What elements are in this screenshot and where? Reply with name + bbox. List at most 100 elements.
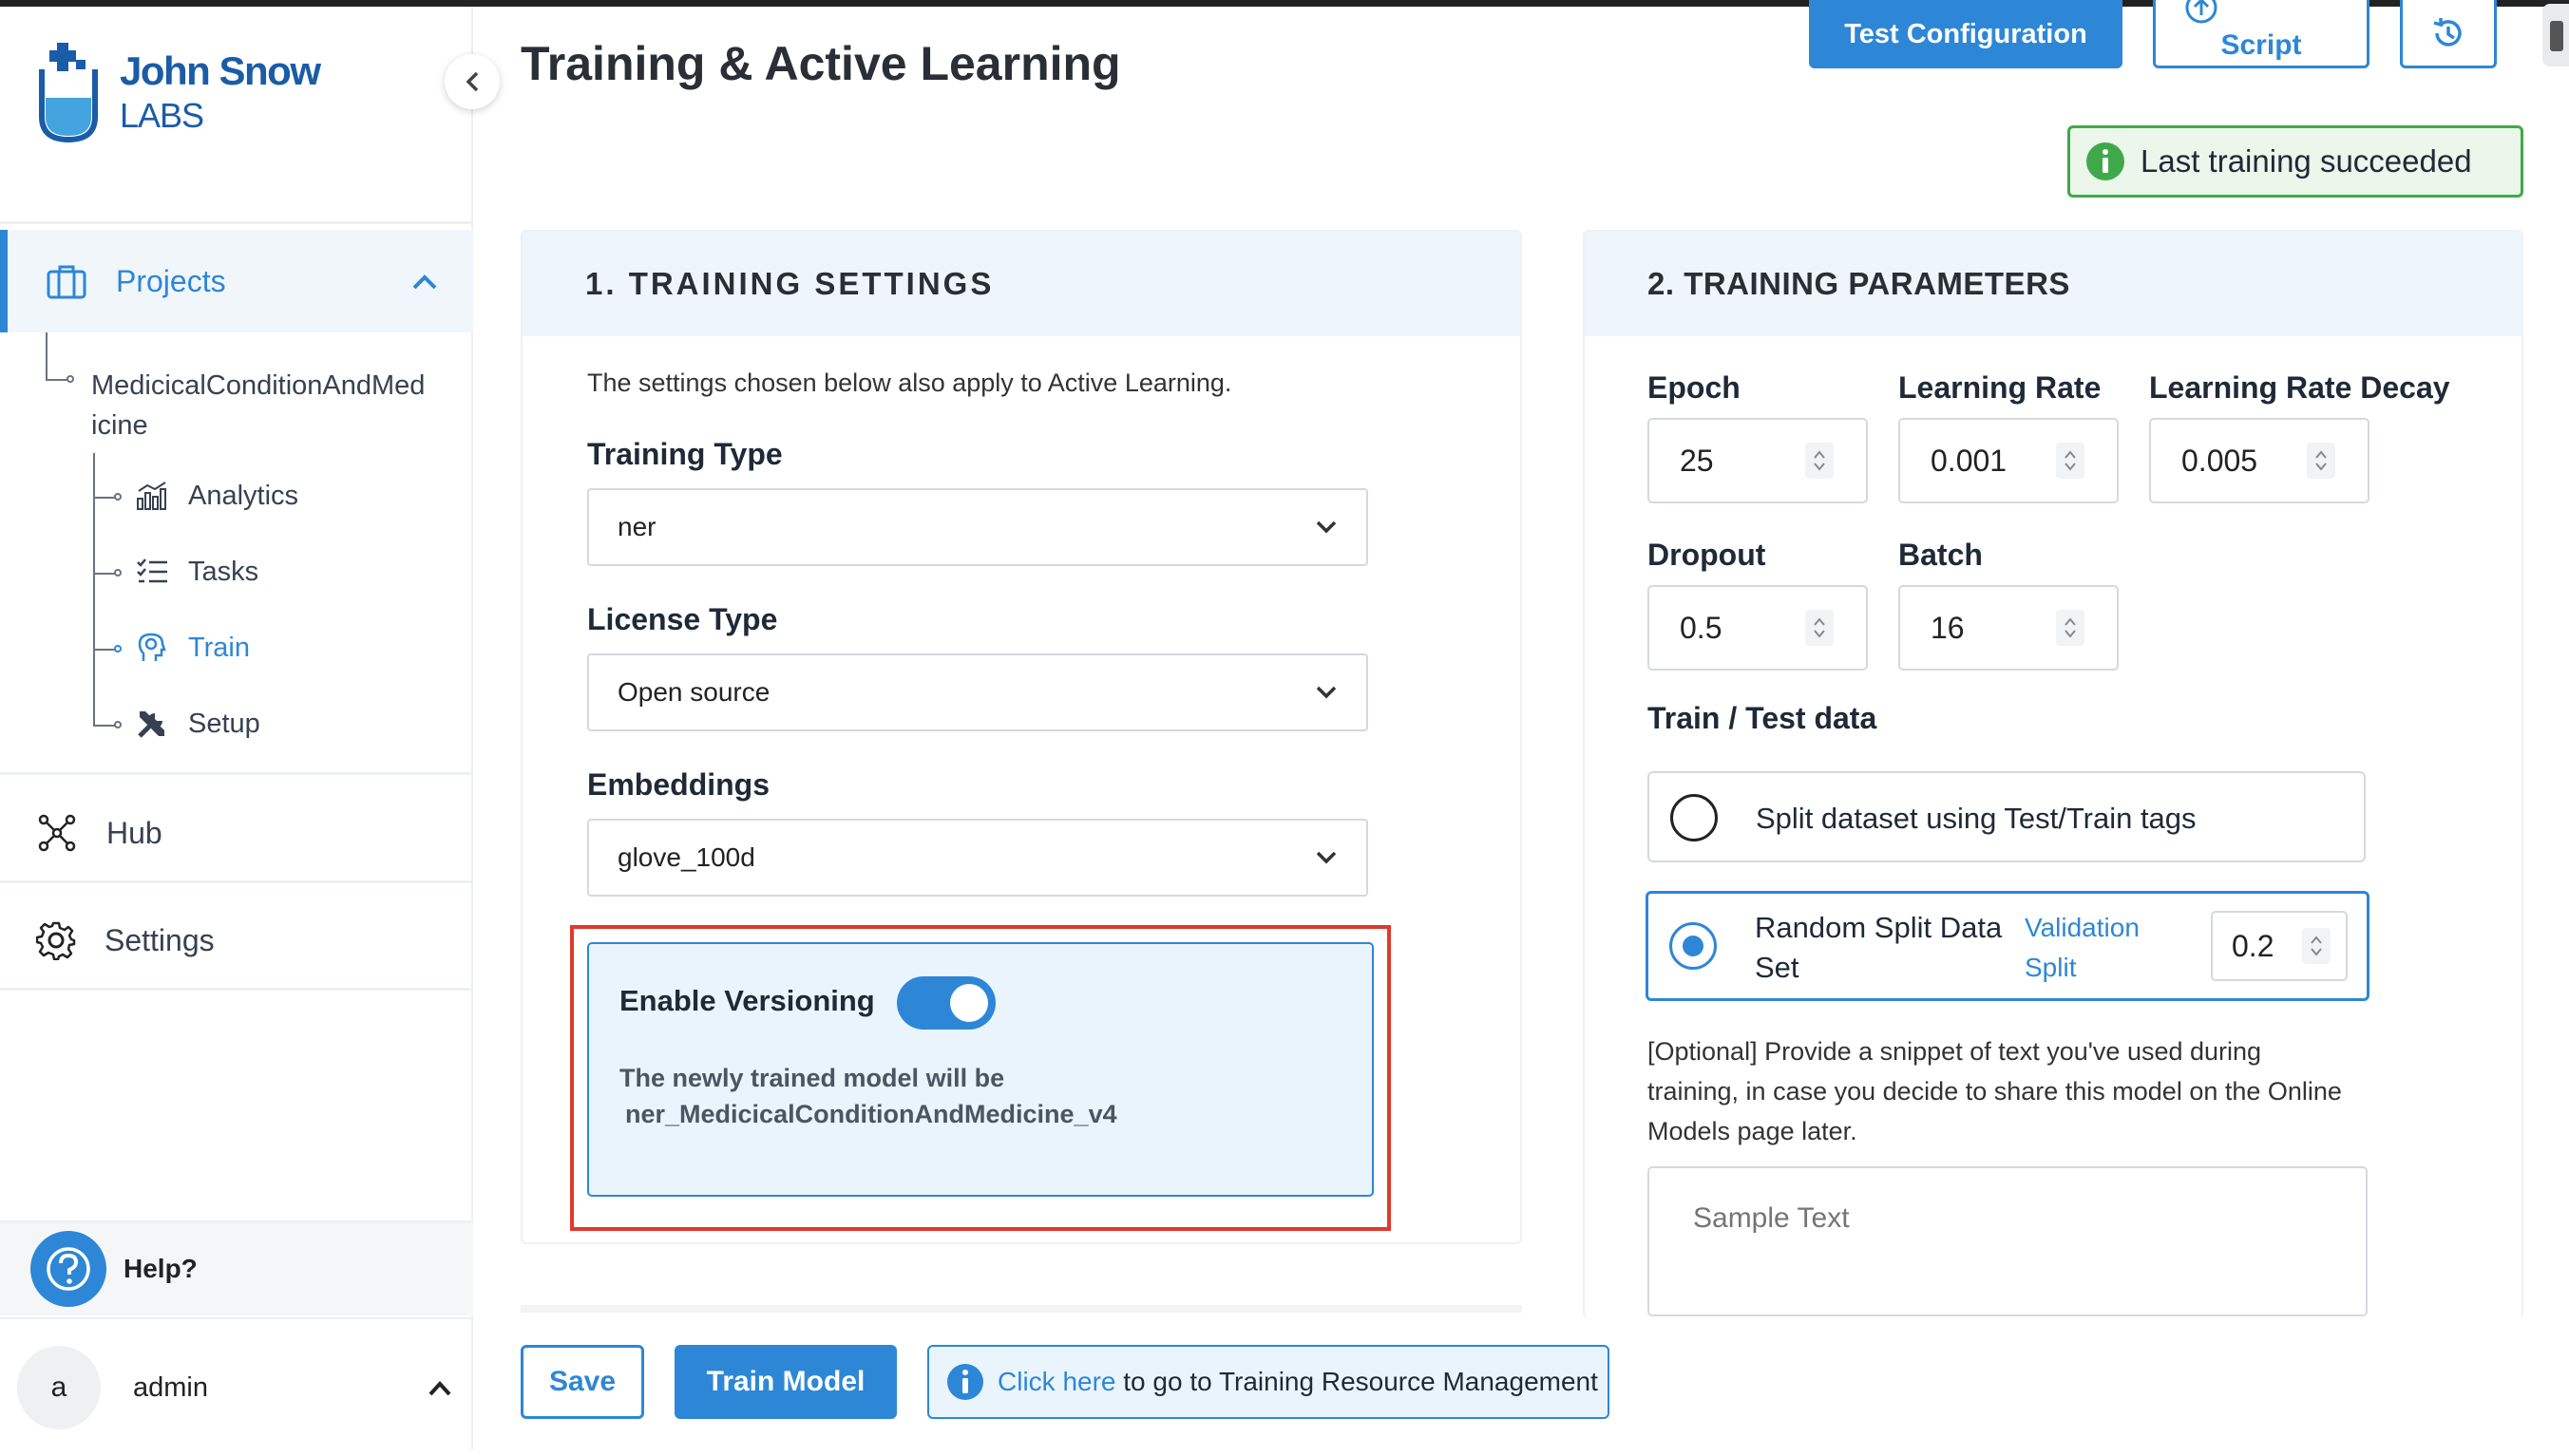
user-menu[interactable]: a admin [0,1317,473,1456]
split-by-tags-radio[interactable] [1670,794,1718,841]
versioning-toggle[interactable] [897,976,996,1030]
learning-rate-decay-input[interactable]: 0.005 [2149,418,2369,503]
sidebar-item-tasks[interactable]: Tasks [133,548,258,596]
learning-rate-decay-stepper[interactable] [2307,443,2335,479]
dropout-label: Dropout [1647,538,1766,572]
flask-logo-icon [39,43,98,143]
chevron-left-icon [466,71,479,92]
brand-name-line2: LABS [120,96,204,135]
sidebar-item-projects[interactable]: Projects [0,230,473,332]
epoch-label: Epoch [1647,370,1741,405]
validation-split-value: 0.2 [2232,928,2274,963]
training-type-label: Training Type [587,437,783,471]
resource-management-link[interactable]: Click here [998,1367,1115,1397]
chevron-up-icon[interactable] [411,274,438,291]
versioning-note-line1: The newly trained model will be [619,1064,1005,1092]
batch-value: 16 [1931,610,1965,645]
custom-script-button[interactable]: Script [2153,0,2369,68]
optional-note-line3: Models page later. [1647,1117,1857,1145]
stepper-arrows-icon [2315,450,2327,471]
upload-circle-icon [2185,0,2217,24]
validation-split-stepper[interactable] [2302,928,2331,964]
training-settings-panel: 1. TRAINING SETTINGS The settings chosen… [521,230,1522,1244]
chevron-up-icon[interactable] [428,1380,452,1397]
batch-label: Batch [1898,538,1983,572]
versioning-model-name: ner_MedicicalConditionAndMedicine_v4 [625,1100,1117,1128]
validation-split-label-line2: Split [2025,953,2077,982]
sidebar-item-settings-label: Settings [105,922,215,957]
scroll-panel-tab[interactable] [2542,4,2569,66]
hub-network-icon [38,814,76,852]
license-type-value: Open source [618,677,771,707]
split-by-tags-option[interactable]: Split dataset using Test/Train tags [1647,771,2366,862]
dropout-input[interactable]: 0.5 [1647,585,1868,671]
help-section[interactable]: Help? [0,1220,473,1315]
save-label: Save [548,1366,617,1397]
train-test-data-label: Train / Test data [1647,701,1877,735]
sidebar-item-analytics[interactable]: Analytics [133,472,298,520]
gear-icon [36,921,76,960]
info-circle-icon [2086,142,2124,180]
training-history-button[interactable] [2400,0,2497,68]
sidebar-item-setup-label: Setup [188,708,260,739]
brain-head-icon [133,633,171,663]
chevron-down-icon [1316,851,1337,864]
train-model-button[interactable]: Train Model [675,1345,897,1419]
custom-script-label: Script [2220,28,2302,61]
stepper-arrows-icon [2311,936,2322,956]
training-type-select[interactable]: ner [587,488,1368,566]
sidebar-item-hub[interactable]: Hub [0,782,473,884]
checklist-icon [133,558,171,585]
stepper-arrows-icon [2065,617,2076,638]
toggle-knob [950,984,988,1022]
sidebar-item-analytics-label: Analytics [188,480,299,511]
learning-rate-decay-label: Learning Rate Decay [2149,370,2450,405]
random-split-radio[interactable] [1669,922,1717,970]
collapse-sidebar-button[interactable] [445,54,500,109]
learning-rate-input[interactable]: 0.001 [1898,418,2119,503]
chevron-down-icon [1316,686,1337,699]
help-button[interactable] [30,1231,106,1307]
learning-rate-label: Learning Rate [1898,370,2102,405]
epoch-input[interactable]: 25 [1647,418,1868,503]
resource-management-info: Click here to go to Training Resource Ma… [927,1345,1609,1419]
dropout-value: 0.5 [1680,610,1722,645]
random-split-label-line1: Random Split Data [1755,911,2003,944]
sidebar-item-projects-label: Projects [116,263,226,298]
info-circle-icon [947,1364,983,1400]
next-section-edge [521,1305,1522,1313]
test-configuration-button[interactable]: Test Configuration [1809,0,2122,68]
sample-text-input[interactable] [1647,1166,2368,1316]
history-icon [2433,17,2462,47]
briefcase-icon [47,265,86,299]
tools-icon [133,708,171,740]
embeddings-select[interactable]: glove_100d [587,819,1368,897]
chevron-down-icon [1316,520,1337,534]
dropout-stepper[interactable] [1805,610,1834,646]
sidebar-item-settings[interactable]: Settings [0,889,473,992]
sidebar-item-train[interactable]: Train [133,624,250,671]
training-params-panel: 2. TRAINING PARAMETERS Epoch 25 Learning… [1583,230,2523,1318]
training-params-heading: 2. TRAINING PARAMETERS [1647,266,2070,301]
learning-rate-value: 0.001 [1931,443,2008,478]
batch-input[interactable]: 16 [1898,585,2119,671]
random-split-option[interactable]: Random Split Data Set Validation Split 0… [1646,891,2369,1001]
status-badge: Last training succeeded [2067,125,2523,198]
save-button[interactable]: Save [521,1345,644,1419]
training-settings-header: 1. TRAINING SETTINGS [523,232,1520,336]
learning-rate-stepper[interactable] [2056,443,2084,479]
sidebar-item-setup[interactable]: Setup [133,700,260,747]
validation-split-input[interactable]: 0.2 [2211,911,2348,981]
random-split-label-line2: Set [1755,951,1799,984]
validation-split-label-line1: Validation [2025,913,2140,942]
project-name[interactable]: MedicicalConditionAndMed icine [91,366,471,445]
brand-name-line1: John Snow [120,48,321,93]
batch-stepper[interactable] [2056,610,2084,646]
brand-logo[interactable]: John Snow LABS [36,35,321,149]
license-type-select[interactable]: Open source [587,653,1368,731]
train-model-label: Train Model [706,1366,866,1397]
sidebar: John Snow LABS Projects MedicicalConditi… [0,7,473,1449]
split-by-tags-label: Split dataset using Test/Train tags [1756,802,2197,835]
training-settings-heading: 1. TRAINING SETTINGS [585,266,995,301]
epoch-stepper[interactable] [1805,443,1834,479]
